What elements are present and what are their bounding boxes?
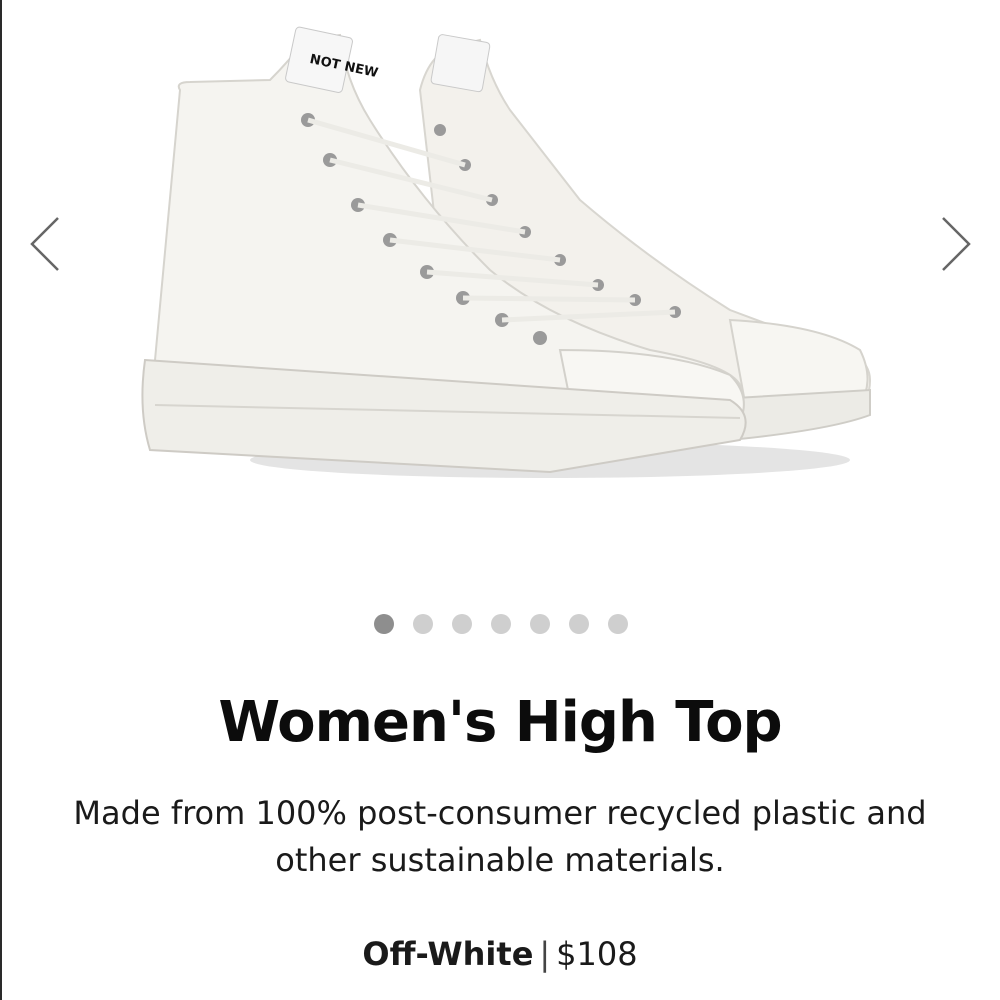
carousel-dot-5[interactable] bbox=[530, 614, 550, 634]
carousel-dot-1[interactable] bbox=[374, 614, 394, 634]
carousel-dot-4[interactable] bbox=[491, 614, 511, 634]
carousel-dot-7[interactable] bbox=[608, 614, 628, 634]
product-image-carousel[interactable]: NOT NEW bbox=[0, 0, 1000, 634]
product-image-sneakers: NOT NEW bbox=[141, 26, 872, 478]
chevron-right-icon[interactable] bbox=[935, 212, 975, 276]
product-color: Off-White bbox=[362, 935, 534, 973]
product-title: Women's High Top bbox=[218, 690, 782, 755]
chevron-left-icon[interactable] bbox=[26, 212, 66, 276]
separator: | bbox=[539, 935, 551, 973]
carousel-dot-3[interactable] bbox=[452, 614, 472, 634]
carousel-dot-6[interactable] bbox=[569, 614, 589, 634]
carousel-dot-2[interactable] bbox=[413, 614, 433, 634]
product-description: Made from 100% post-consumer recycled pl… bbox=[73, 794, 927, 879]
product-price: $108 bbox=[556, 935, 638, 973]
color-price-line: Off-White | $108 bbox=[0, 935, 1000, 973]
